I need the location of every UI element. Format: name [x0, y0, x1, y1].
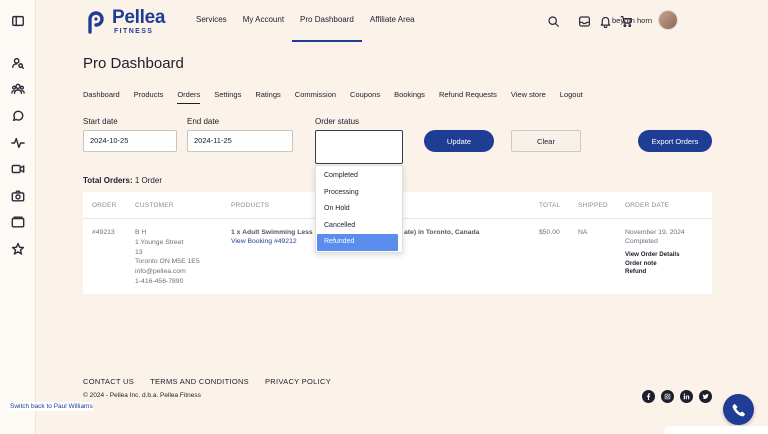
chat-widget-edge — [664, 426, 768, 434]
camera-icon[interactable] — [9, 187, 27, 205]
page-title: Pro Dashboard — [83, 55, 184, 72]
col-total: TOTAL — [539, 202, 561, 209]
order-status-select[interactable] — [315, 130, 403, 164]
order-shipped: NA — [578, 229, 588, 236]
start-date-label: Start date — [83, 117, 118, 126]
col-order: ORDER — [92, 202, 117, 209]
switch-back-link[interactable]: Switch back to Paul Williams — [10, 402, 93, 411]
nav-my-account[interactable]: My Account — [235, 0, 292, 42]
instagram-icon[interactable] — [661, 390, 674, 403]
update-button[interactable]: Update — [424, 130, 494, 152]
view-booking-link[interactable]: View Booking #49212 — [231, 237, 297, 247]
tab-products[interactable]: Products — [134, 90, 164, 104]
col-customer: CUSTOMER — [135, 202, 174, 209]
refund-link[interactable]: Refund — [625, 268, 680, 277]
tab-commission[interactable]: Commission — [295, 90, 336, 104]
status-option-on-hold[interactable]: On Hold — [317, 201, 398, 218]
view-order-details-link[interactable]: View Order Details — [625, 251, 680, 260]
order-status: Completed — [625, 238, 658, 245]
order-total: $50.00 — [539, 229, 560, 236]
customer-info: B H 1 Younge Street 13 Toronto ON M5E 1E… — [135, 228, 200, 287]
users-icon[interactable] — [9, 80, 27, 98]
tab-coupons[interactable]: Coupons — [350, 90, 380, 104]
tab-refund-requests[interactable]: Refund Requests — [439, 90, 497, 104]
chat-icon[interactable] — [9, 107, 27, 125]
user-search-icon[interactable] — [9, 54, 27, 72]
export-orders-button[interactable]: Export Orders — [638, 130, 712, 152]
dashboard-tabs: Dashboard Products Orders Settings Ratin… — [83, 90, 597, 104]
folder-icon[interactable] — [9, 213, 27, 231]
video-icon[interactable] — [9, 160, 27, 178]
logo-name: Pellea — [112, 7, 166, 28]
col-order-date: ORDER DATE — [625, 202, 670, 209]
phone-icon — [732, 403, 745, 416]
tab-dashboard[interactable]: Dashboard — [83, 90, 120, 104]
total-orders-label: Total Orders: — [83, 176, 133, 185]
linkedin-icon[interactable] — [680, 390, 693, 403]
status-option-processing[interactable]: Processing — [317, 185, 398, 202]
facebook-icon[interactable] — [642, 390, 655, 403]
search-icon[interactable] — [544, 12, 562, 30]
status-option-cancelled[interactable]: Cancelled — [317, 218, 398, 235]
left-rail — [0, 0, 36, 434]
footer-privacy[interactable]: PRIVACY POLICY — [265, 377, 331, 386]
product-line-tail: ate) in Toronto, Canada — [404, 229, 480, 236]
order-note-link[interactable]: Order note — [625, 260, 680, 269]
status-option-refunded[interactable]: Refunded — [317, 234, 398, 251]
twitter-icon[interactable] — [699, 390, 712, 403]
order-status-label: Order status — [315, 117, 360, 126]
order-actions: View Order Details Order note Refund — [625, 251, 680, 277]
status-option-completed[interactable]: Completed — [317, 168, 398, 185]
avatar[interactable] — [658, 10, 678, 30]
footer-contact-us[interactable]: CONTACT US — [83, 377, 134, 386]
tab-orders[interactable]: Orders — [177, 90, 201, 104]
pellea-logo[interactable]: Pellea FITNESS — [84, 8, 165, 35]
footer-terms[interactable]: TERMS AND CONDITIONS — [150, 377, 249, 386]
activity-icon[interactable] — [9, 134, 27, 152]
nav-pro-dashboard[interactable]: Pro Dashboard — [292, 0, 362, 42]
order-status-dropdown: Completed Processing On Hold Cancelled R… — [315, 165, 403, 253]
tab-bookings[interactable]: Bookings — [394, 90, 425, 104]
end-date-label: End date — [187, 117, 220, 126]
customer-unit: 13 — [135, 248, 143, 256]
col-shipped: SHIPPED — [578, 202, 608, 209]
customer-phone: 1-416-456-7890 — [135, 277, 184, 285]
total-orders-value: 1 Order — [134, 176, 162, 185]
customer-street: 1 Younge Street — [135, 238, 184, 246]
col-products: PRODUCTS — [231, 202, 270, 209]
main-nav: Services My Account Pro Dashboard Affili… — [188, 0, 423, 42]
tab-logout[interactable]: Logout — [560, 90, 583, 104]
order-number[interactable]: #49213 — [92, 228, 115, 238]
customer-email: info@pellea.com — [135, 268, 186, 276]
inbox-icon[interactable] — [575, 12, 593, 30]
pellea-logo-icon — [88, 10, 104, 34]
tab-settings[interactable]: Settings — [214, 90, 241, 104]
tab-view-store[interactable]: View store — [511, 90, 546, 104]
social-links — [642, 390, 712, 403]
customer-name: B H — [135, 229, 147, 236]
clear-button[interactable]: Clear — [511, 130, 581, 152]
user-name[interactable]: beyorn horn — [612, 16, 652, 25]
nav-affiliate-area[interactable]: Affiliate Area — [362, 0, 423, 42]
end-date-input[interactable]: 2024-11-25 — [187, 130, 293, 152]
total-orders: Total Orders: 1 Order — [83, 176, 162, 185]
nav-services[interactable]: Services — [188, 0, 235, 42]
tab-ratings[interactable]: Ratings — [255, 90, 280, 104]
copyright: © 2024 - Pellea Inc. d.b.a. Pellea Fitne… — [83, 392, 201, 399]
logo-subtitle: FITNESS — [114, 28, 154, 35]
customer-city: Toronto ON M5E 1E5 — [135, 258, 200, 266]
phone-call-button[interactable] — [723, 394, 754, 425]
star-icon[interactable] — [9, 240, 27, 258]
footer-links: CONTACT US TERMS AND CONDITIONS PRIVACY … — [83, 377, 347, 386]
start-date-input[interactable]: 2024-10-25 — [83, 130, 177, 152]
sidebar-toggle-icon[interactable] — [9, 12, 27, 30]
